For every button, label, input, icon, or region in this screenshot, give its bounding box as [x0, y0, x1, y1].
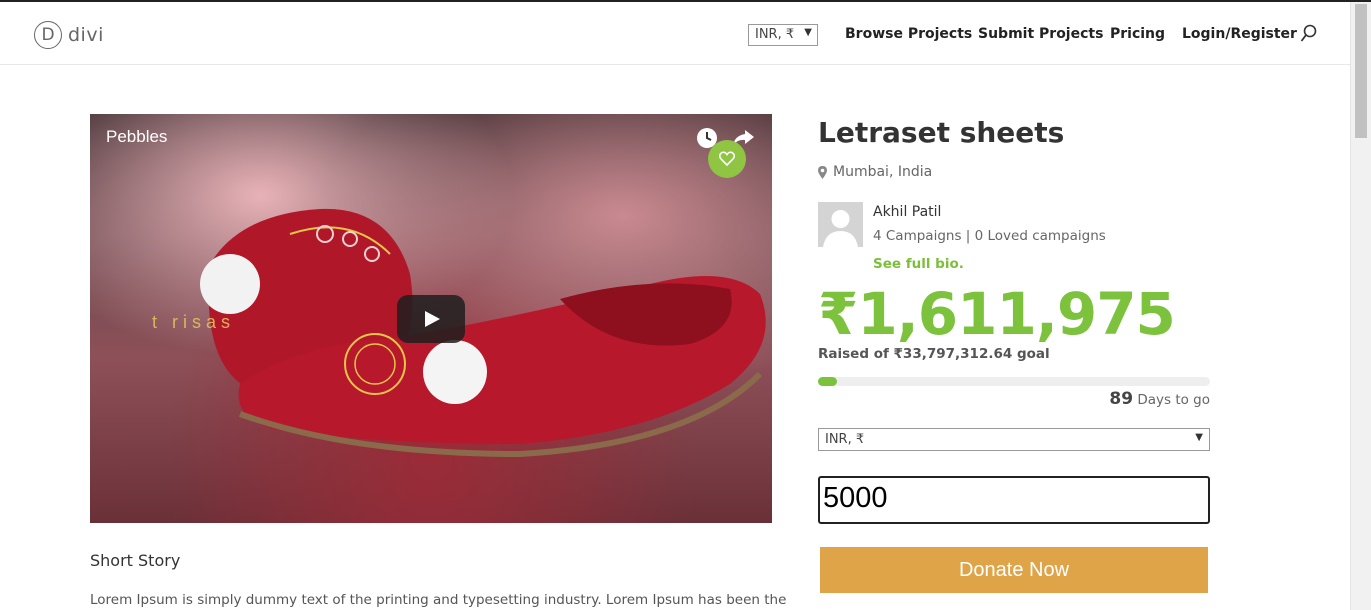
scrollbar[interactable]: [1350, 2, 1371, 610]
nav-login-register[interactable]: Login/Register: [1182, 26, 1297, 42]
campaign-title: Letraset sheets: [818, 116, 1065, 149]
nav-browse-projects[interactable]: Browse Projects: [845, 26, 972, 42]
video-overlay-text: t risas: [152, 312, 236, 332]
short-story-heading: Short Story: [90, 551, 181, 570]
map-pin-icon: [818, 165, 827, 179]
search-icon[interactable]: [1300, 24, 1318, 44]
days-label: Days to go: [1137, 392, 1210, 408]
nav-pricing[interactable]: Pricing: [1110, 26, 1165, 42]
days-to-go: 89 Days to go: [1109, 389, 1210, 409]
play-icon: [425, 311, 440, 327]
goal-text: Raised of ₹33,797,312.64 goal: [818, 346, 1050, 362]
amount-raised: ₹1,611,975: [818, 280, 1176, 348]
location-text: Mumbai, India: [833, 164, 933, 180]
currency-select[interactable]: INR, ₹ ▼: [748, 24, 818, 46]
currency-select-value: INR, ₹: [755, 27, 795, 42]
donation-currency-value: INR, ₹: [825, 432, 865, 447]
site-logo[interactable]: D divi: [34, 19, 104, 51]
video-title[interactable]: Pebbles: [106, 127, 167, 147]
avatar-placeholder-icon: [818, 202, 863, 247]
nav-submit-projects[interactable]: Submit Projects: [978, 26, 1103, 42]
author-name[interactable]: Akhil Patil: [873, 204, 941, 220]
donation-amount-input[interactable]: 5000: [818, 476, 1210, 524]
donation-currency-select[interactable]: INR, ₹ ▼: [818, 428, 1210, 451]
dropdown-arrow-icon: ▼: [1195, 432, 1203, 443]
campaign-location: Mumbai, India: [818, 164, 932, 180]
site-header: D divi INR, ₹ ▼ Browse Projects Submit P…: [0, 2, 1350, 65]
funding-progress-fill: [818, 377, 837, 386]
avatar[interactable]: [818, 202, 863, 247]
author-stats: 4 Campaigns | 0 Loved campaigns: [873, 228, 1106, 244]
short-story-text: Lorem Ipsum is simply dummy text of the …: [90, 592, 787, 608]
see-full-bio-link[interactable]: See full bio.: [873, 256, 964, 272]
scrollbar-thumb[interactable]: [1355, 4, 1367, 138]
donate-now-button[interactable]: Donate Now: [820, 547, 1208, 593]
play-button[interactable]: [397, 295, 465, 343]
campaign-video[interactable]: t risas Pebbles: [90, 114, 772, 523]
love-button[interactable]: [708, 140, 746, 178]
funding-progress-bar: [818, 377, 1210, 386]
logo-mark: D: [34, 21, 62, 49]
logo-text: divi: [68, 24, 104, 46]
heart-icon: [719, 151, 735, 166]
days-number: 89: [1109, 389, 1134, 409]
dropdown-arrow-icon: ▼: [804, 27, 812, 38]
